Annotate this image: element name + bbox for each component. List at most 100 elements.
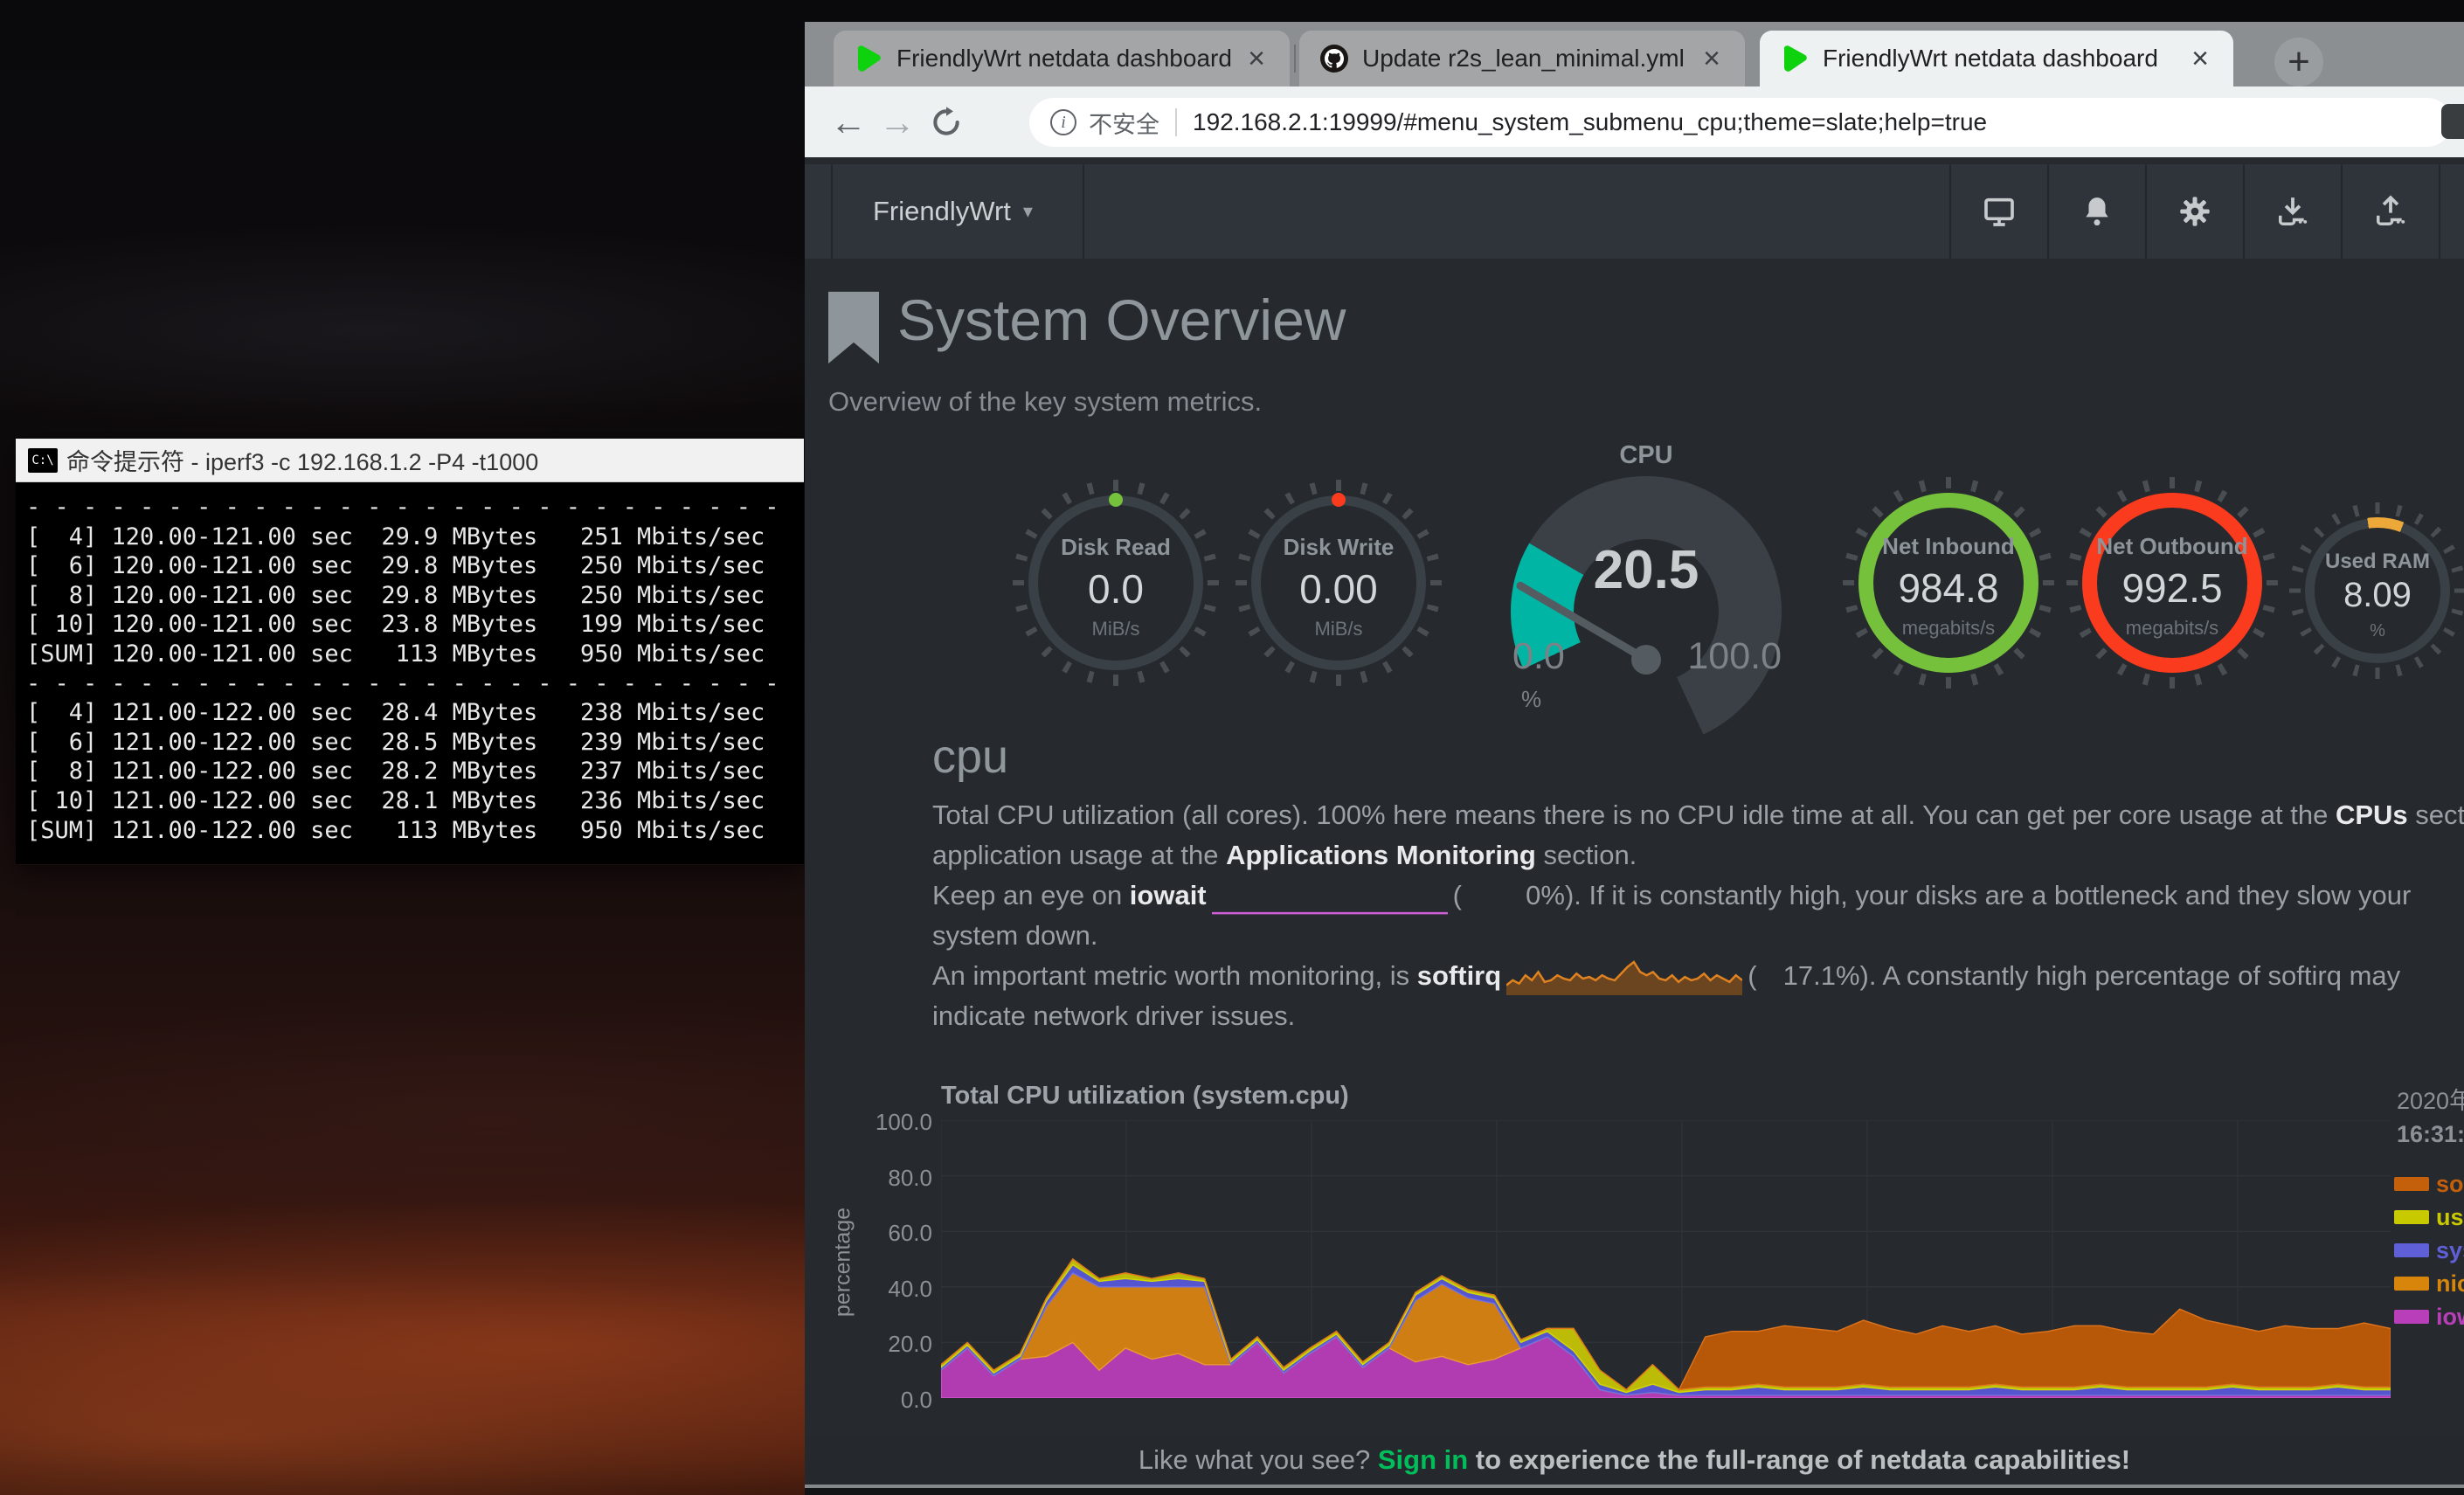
gauge-label: Net Outbound	[2082, 533, 2262, 560]
legend-label: softirq	[2436, 1171, 2464, 1198]
gauge-disk-read[interactable]: Disk Read 0.0 MiB/s	[1028, 495, 1203, 670]
chart-legend: softirq user system nice iowait	[2394, 1167, 2464, 1333]
cpu-description-line: application usage at the Applications Mo…	[932, 835, 2464, 876]
gauge-label: Net Inbound	[1858, 533, 2038, 560]
terminal-titlebar[interactable]: C:\ 命令提示符 - iperf3 -c 192.168.1.2 -P4 -t…	[16, 439, 804, 482]
security-label: 不安全	[1089, 106, 1159, 140]
gauge-disk-write[interactable]: Disk Write 0.00 MiB/s	[1251, 495, 1426, 670]
terminal-line: [SUM] 121.00-122.00 sec 113 MBytes 950 M…	[26, 816, 793, 846]
gauge-value: 984.8	[1858, 564, 2038, 612]
legend-swatch	[2394, 1310, 2429, 1324]
gauge-label: Disk Read	[1028, 534, 1203, 561]
terminal-line: [ 8] 121.00-122.00 sec 28.2 MBytes 237 M…	[26, 757, 793, 786]
monitor-icon[interactable]	[1949, 164, 2047, 259]
legend-label: nice	[2436, 1270, 2464, 1298]
info-icon[interactable]: i	[1050, 109, 1076, 135]
cpu-description-line: Keep an eye on iowait(0%). If it is cons…	[932, 876, 2464, 916]
y-axis-tick: 100.0	[829, 1109, 932, 1136]
tab-close-icon[interactable]: ×	[1694, 41, 1729, 76]
terminal-line: [ 10] 120.00-121.00 sec 23.8 MBytes 199 …	[26, 610, 793, 640]
gear-icon[interactable]	[2145, 164, 2243, 259]
terminal-window[interactable]: C:\ 命令提示符 - iperf3 -c 192.168.1.2 -P4 -t…	[16, 439, 804, 865]
tab-netdata-2-active[interactable]: FriendlyWrt netdata dashboard ×	[1760, 31, 2233, 87]
page-subtitle: Overview of the key system metrics.	[828, 386, 1262, 418]
gauge-unit: megabits/s	[1858, 617, 2038, 640]
browser-toolbar: ← → i 不安全 192.168.2.1:19999/#menu_system…	[805, 87, 2464, 157]
legend-swatch	[2394, 1277, 2429, 1291]
terminal-line: [ 8] 120.00-121.00 sec 29.8 MBytes 250 M…	[26, 581, 793, 611]
import-icon[interactable]	[2243, 164, 2341, 259]
cpu-description-line: system down.	[932, 916, 2464, 956]
omnibox-divider	[1175, 108, 1177, 136]
export-icon[interactable]	[2341, 164, 2439, 259]
y-axis-tick: 80.0	[829, 1165, 932, 1192]
tab-netdata-1[interactable]: FriendlyWrt netdata dashboard ×	[834, 31, 1290, 87]
screen: C:\ 命令提示符 - iperf3 -c 192.168.1.2 -P4 -t…	[0, 0, 2464, 1495]
gauge-value: 0.0	[1028, 565, 1203, 613]
chevron-down-icon: ▾	[1023, 200, 1033, 223]
gauge-net-outbound[interactable]: Net Outbound 992.5 megabits/s	[2082, 493, 2262, 673]
gauge-unit: megabits/s	[2082, 617, 2262, 640]
tab-strip: FriendlyWrt netdata dashboard × Update r…	[805, 22, 2464, 87]
gauge-unit: MiB/s	[1251, 618, 1426, 640]
netdata-page: FriendlyWrt ▾	[805, 157, 2464, 1495]
gauge-used-ram[interactable]: Used RAM 8.09 %	[2305, 518, 2450, 663]
terminal-line: [ 6] 120.00-121.00 sec 29.8 MBytes 250 M…	[26, 551, 793, 581]
signin-banner: Like what you see? Sign in to experience…	[805, 1436, 2464, 1485]
legend-item[interactable]: nice	[2394, 1267, 2464, 1300]
header-buttons	[1949, 164, 2463, 259]
legend-item[interactable]: iowait	[2394, 1300, 2464, 1333]
y-axis-tick: 40.0	[829, 1276, 932, 1303]
gauge-value: 992.5	[2082, 564, 2262, 612]
softirq-sparkline	[1506, 959, 1742, 996]
y-axis-tick: 0.0	[829, 1387, 932, 1414]
gauge-value: 8.09	[2305, 576, 2450, 615]
terminal-line: [ 4] 120.00-121.00 sec 29.9 MBytes 251 M…	[26, 523, 793, 552]
iowait-sparkline	[1212, 878, 1448, 916]
legend-item[interactable]: user	[2394, 1201, 2464, 1234]
tab-title: FriendlyWrt netdata dashboard	[896, 45, 1232, 73]
header-divider	[831, 164, 833, 259]
y-axis-tick: 20.0	[829, 1331, 932, 1358]
tab-close-icon[interactable]: ×	[2183, 41, 2218, 76]
gauge-unit: %	[2305, 621, 2450, 641]
gauge-max: 100.0	[1687, 635, 1782, 678]
address-bar[interactable]: i 不安全 192.168.2.1:19999/#menu_system_sub…	[1029, 98, 2452, 147]
gauge-label: Disk Write	[1251, 534, 1426, 561]
legend-label: system	[2436, 1237, 2464, 1264]
gauge-label: CPU	[1511, 441, 1782, 470]
github-favicon	[1320, 45, 1348, 73]
gauge-label: Used RAM	[2305, 550, 2450, 574]
gauge-unit: MiB/s	[1028, 618, 1203, 640]
y-axis-label: percentage	[831, 1193, 856, 1332]
browser-window: FriendlyWrt netdata dashboard × Update r…	[805, 22, 2464, 1495]
header-cell-partial	[2439, 164, 2463, 259]
terminal-line: [ 10] 121.00-122.00 sec 28.1 MBytes 236 …	[26, 786, 793, 816]
gauge-cpu[interactable]: CPU 20.5 0.0 100.0 %	[1511, 476, 1782, 747]
terminal-output[interactable]: - - - - - - - - - - - - - - - - - - - - …	[16, 482, 804, 864]
new-tab-button[interactable]: +	[2274, 38, 2323, 87]
bell-icon[interactable]	[2047, 164, 2145, 259]
netdata-header: FriendlyWrt ▾	[805, 164, 2464, 259]
cmd-icon: C:\	[28, 448, 58, 473]
chart-date-line: 2020年3	[2397, 1082, 2464, 1116]
legend-label: user	[2436, 1204, 2464, 1231]
reload-icon[interactable]	[922, 98, 971, 147]
section-heading-cpu: cpu	[932, 730, 1008, 784]
netdata-favicon	[855, 45, 882, 73]
legend-item[interactable]: system	[2394, 1234, 2464, 1267]
back-icon[interactable]: ←	[824, 98, 873, 147]
url-text[interactable]: 192.168.2.1:19999/#menu_system_submenu_c…	[1193, 108, 1987, 136]
gauge-net-inbound[interactable]: Net Inbound 984.8 megabits/s	[1858, 493, 2038, 673]
chart-timestamp: 2020年3 16:31:2	[2397, 1082, 2464, 1148]
tab-close-icon[interactable]: ×	[1239, 41, 1274, 76]
extension-icon-partial[interactable]	[2441, 104, 2464, 139]
legend-item[interactable]: softirq	[2394, 1167, 2464, 1201]
chart-time-line: 16:31:2	[2397, 1121, 2464, 1148]
tab-github[interactable]: Update r2s_lean_minimal.yml · k ×	[1299, 31, 1745, 87]
node-dropdown[interactable]: FriendlyWrt ▾	[873, 164, 1033, 259]
legend-label: iowait	[2436, 1304, 2464, 1331]
terminal-line: [ 6] 121.00-122.00 sec 28.5 MBytes 239 M…	[26, 728, 793, 758]
forward-icon[interactable]: →	[873, 98, 922, 147]
cpu-stacked-area-chart[interactable]	[941, 1120, 2391, 1398]
